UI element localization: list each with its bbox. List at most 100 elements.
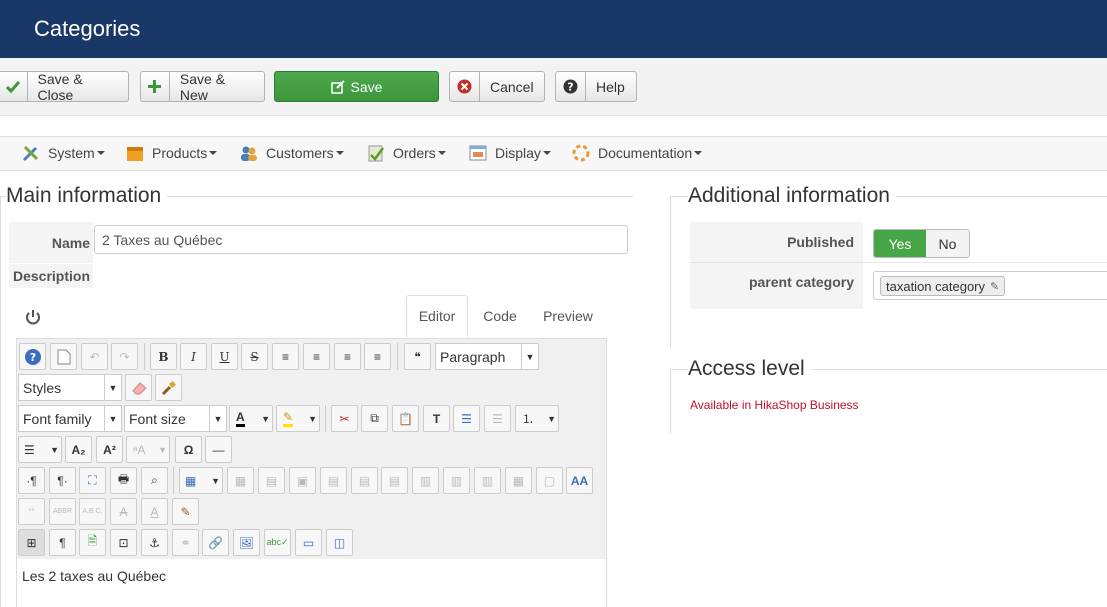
- bold-icon[interactable]: B: [150, 343, 177, 370]
- edit-icon: [330, 72, 345, 101]
- help-icon[interactable]: ?: [19, 343, 46, 370]
- save-button[interactable]: Save: [274, 71, 439, 102]
- parent-category-tag[interactable]: taxation category ✎: [880, 276, 1006, 296]
- access-level-legend: Access level: [688, 357, 811, 381]
- align-center-icon[interactable]: ≡: [303, 343, 330, 370]
- image-icon[interactable]: 🖼: [233, 529, 260, 556]
- del-icon[interactable]: A: [110, 498, 137, 525]
- plus-icon: [141, 72, 170, 101]
- styles-select[interactable]: Styles ▼: [18, 374, 122, 401]
- delete-row-icon[interactable]: ▤: [381, 467, 408, 494]
- menu-products[interactable]: Products: [126, 144, 218, 162]
- insert-row-after-icon[interactable]: ▤: [351, 467, 378, 494]
- visual-aid-icon[interactable]: ⊞: [18, 529, 45, 556]
- abbr-icon[interactable]: ABBR: [49, 498, 76, 525]
- attributes-icon[interactable]: ✎: [172, 498, 199, 525]
- menu-system[interactable]: System: [22, 144, 105, 162]
- insert-col-before-icon[interactable]: ▥: [412, 467, 439, 494]
- copy-icon[interactable]: ⧉: [361, 405, 388, 432]
- help-button[interactable]: ? Help: [555, 71, 637, 102]
- cancel-icon: [450, 72, 480, 101]
- name-input[interactable]: 2 Taxes au Québec: [94, 225, 628, 254]
- highlight-color-icon[interactable]: ✎ ▼: [276, 405, 320, 432]
- cite-icon[interactable]: “”: [18, 498, 45, 525]
- tab-editor[interactable]: Editor: [406, 295, 468, 337]
- page-header: Categories: [0, 0, 1107, 58]
- find-icon[interactable]: ⌕: [141, 467, 168, 494]
- menu-customers[interactable]: Customers: [240, 144, 344, 162]
- new-document-icon[interactable]: [50, 343, 77, 370]
- save-close-button[interactable]: Save & Close: [0, 71, 129, 103]
- ins-icon[interactable]: A: [141, 498, 168, 525]
- row-props-icon[interactable]: ▤: [258, 467, 285, 494]
- additional-information-legend: Additional information: [688, 184, 896, 208]
- split-cells-icon[interactable]: ▦: [505, 467, 532, 494]
- underline-icon[interactable]: U: [211, 343, 238, 370]
- print-icon[interactable]: 🖶: [110, 467, 137, 494]
- yes-option[interactable]: Yes: [874, 230, 926, 257]
- pencil-icon[interactable]: ✎: [990, 280, 999, 293]
- spellcheck-icon[interactable]: abc✓: [264, 529, 291, 556]
- superscript-icon[interactable]: A²: [96, 436, 123, 463]
- media-icon[interactable]: ▭: [295, 529, 322, 556]
- table-icon[interactable]: ▦ ▼: [179, 467, 223, 494]
- description-label: Description: [9, 264, 93, 288]
- editor-content[interactable]: Les 2 taxes au Québec: [22, 568, 166, 584]
- fullscreen-icon[interactable]: ⛶: [79, 467, 106, 494]
- char-map-icon[interactable]: ᵃA ▼: [126, 436, 170, 463]
- power-icon[interactable]: [24, 308, 42, 329]
- omega-icon[interactable]: Ω: [175, 436, 202, 463]
- align-right-icon[interactable]: ≡: [364, 343, 391, 370]
- format-painter-icon[interactable]: [155, 374, 182, 401]
- save-new-button[interactable]: Save & New: [140, 71, 265, 103]
- outdent-icon[interactable]: ☰: [484, 405, 511, 432]
- anchor-icon[interactable]: ⚓: [141, 529, 168, 556]
- undo-icon[interactable]: ↶: [81, 343, 108, 370]
- horizontal-rule-icon[interactable]: —: [205, 436, 232, 463]
- align-left-icon[interactable]: ≡: [334, 343, 361, 370]
- layer-icon[interactable]: ◫: [326, 529, 353, 556]
- acronym-icon[interactable]: A.B.C.: [79, 498, 106, 525]
- menu-documentation[interactable]: Documentation: [572, 144, 703, 162]
- strikethrough-icon[interactable]: S: [241, 343, 268, 370]
- delete-table-icon[interactable]: ▦: [227, 467, 254, 494]
- insert-col-after-icon[interactable]: ▥: [443, 467, 470, 494]
- ltr-icon[interactable]: ·¶: [18, 467, 45, 494]
- cut-icon[interactable]: ✂: [331, 405, 358, 432]
- eraser-icon[interactable]: [125, 374, 152, 401]
- align-justify-icon[interactable]: ≡: [272, 343, 299, 370]
- indent-icon[interactable]: ☰: [453, 405, 480, 432]
- menu-orders[interactable]: Orders: [367, 144, 446, 162]
- text-color-icon[interactable]: A ▼: [229, 405, 273, 432]
- link-icon[interactable]: 🔗: [202, 529, 229, 556]
- insert-row-before-icon[interactable]: ▤: [320, 467, 347, 494]
- menu-display[interactable]: Display: [469, 144, 551, 162]
- blockquote-icon[interactable]: ❝: [404, 343, 431, 370]
- published-toggle[interactable]: Yes No: [873, 229, 970, 258]
- paste-icon[interactable]: 📋: [392, 405, 419, 432]
- pagebreak-icon[interactable]: ⊡: [110, 529, 137, 556]
- font-family-select[interactable]: Font family ▼: [18, 405, 122, 432]
- orders-icon: [367, 144, 385, 162]
- cancel-button[interactable]: Cancel: [449, 71, 545, 102]
- numbered-list-icon[interactable]: ⒈ ▼: [515, 405, 559, 432]
- show-blocks-icon[interactable]: ¶: [49, 529, 76, 556]
- rtl-icon[interactable]: ¶·: [49, 467, 76, 494]
- font-style-icon[interactable]: AA: [566, 467, 593, 494]
- bullet-list-icon[interactable]: ☰ ▼: [18, 436, 62, 463]
- box-icon: [126, 144, 144, 162]
- delete-col-icon[interactable]: ▥: [474, 467, 501, 494]
- cell-props-icon[interactable]: ▣: [289, 467, 316, 494]
- template-icon[interactable]: 🗎: [79, 529, 106, 556]
- paste-text-icon[interactable]: T: [423, 405, 450, 432]
- italic-icon[interactable]: I: [180, 343, 207, 370]
- format-select[interactable]: Paragraph ▼: [435, 343, 539, 370]
- subscript-icon[interactable]: A₂: [65, 436, 92, 463]
- merge-cells-icon[interactable]: ▢: [536, 467, 563, 494]
- redo-icon[interactable]: ↷: [111, 343, 138, 370]
- tab-preview[interactable]: Preview: [532, 295, 604, 337]
- no-option[interactable]: No: [926, 230, 969, 257]
- font-size-select[interactable]: Font size ▼: [124, 405, 227, 432]
- tab-code[interactable]: Code: [470, 295, 530, 337]
- unlink-icon[interactable]: ⚭: [172, 529, 199, 556]
